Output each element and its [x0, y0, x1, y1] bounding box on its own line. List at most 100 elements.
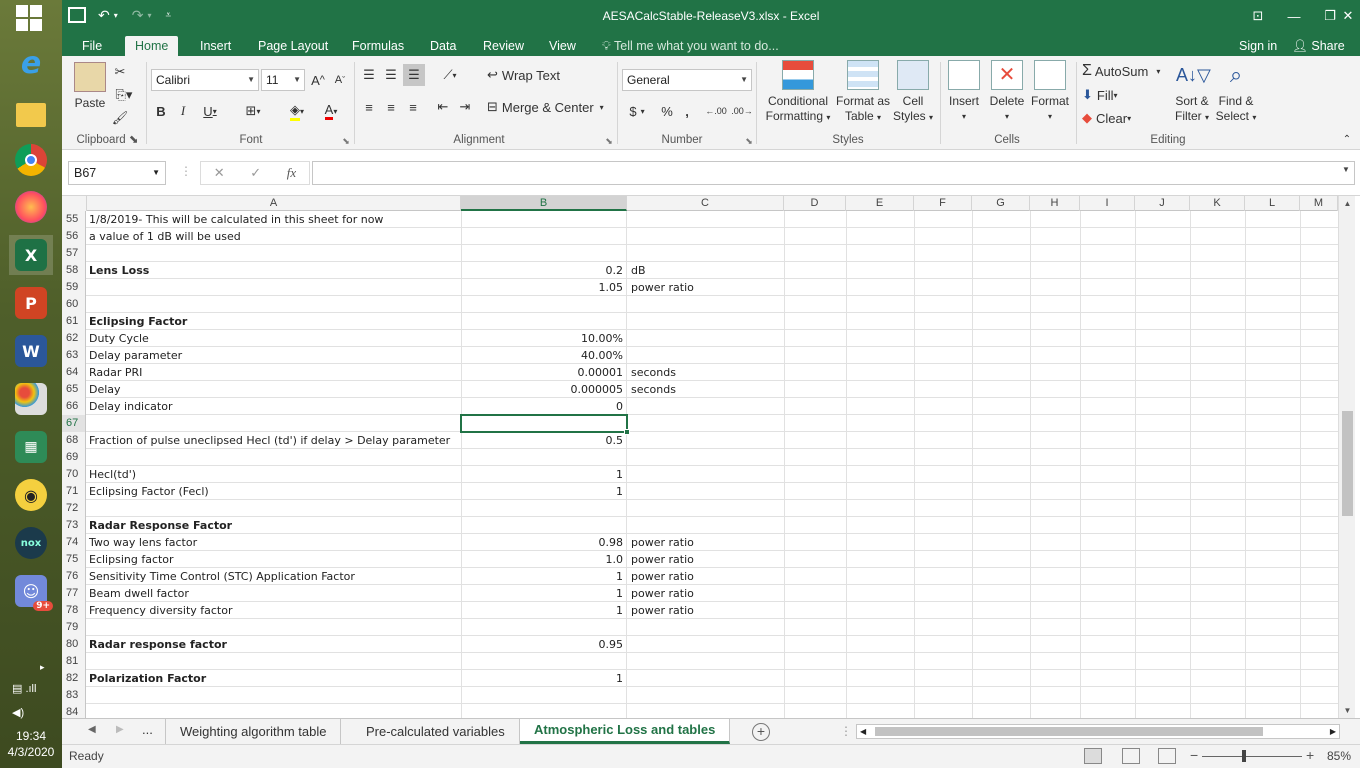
- row-header[interactable]: 61: [62, 313, 86, 330]
- cell-a[interactable]: Delay indicator: [87, 398, 461, 415]
- column-header-c[interactable]: C: [627, 196, 784, 211]
- orientation-icon[interactable]: ⟋ ▾: [435, 64, 465, 86]
- cell-c[interactable]: [629, 330, 784, 347]
- row-header[interactable]: 59: [62, 279, 86, 296]
- tab-formulas[interactable]: Formulas: [342, 36, 414, 56]
- prev-sheet-icon[interactable]: ◀: [88, 724, 96, 735]
- row-header[interactable]: 56: [62, 228, 86, 245]
- vertical-scroll-thumb[interactable]: [1342, 411, 1353, 516]
- row-header[interactable]: 68: [62, 432, 86, 449]
- cell-b[interactable]: [461, 653, 627, 670]
- share-button[interactable]: 👤︎ Share: [1292, 36, 1345, 56]
- accounting-format-button[interactable]: $ ▾: [622, 100, 652, 122]
- formula-input[interactable]: [312, 161, 1355, 185]
- cell-styles-button[interactable]: Cell Styles ▾: [892, 60, 934, 125]
- column-header-j[interactable]: J: [1135, 196, 1190, 211]
- cell-b[interactable]: 0.98: [461, 534, 627, 551]
- cell-c[interactable]: seconds: [629, 364, 784, 381]
- align-left-icon[interactable]: ≡: [359, 96, 379, 118]
- cell-c[interactable]: [629, 398, 784, 415]
- fill-color-button[interactable]: ◈ ▾: [282, 100, 312, 122]
- conditional-formatting-button[interactable]: Conditional Formatting ▾: [762, 60, 834, 125]
- cell-c[interactable]: power ratio: [629, 551, 784, 568]
- select-all-button[interactable]: [62, 196, 87, 211]
- eye-app-icon[interactable]: ◉: [9, 475, 53, 515]
- align-center-icon[interactable]: ≡: [381, 96, 401, 118]
- row-header[interactable]: 74: [62, 534, 86, 551]
- cell-b[interactable]: 40.00%: [461, 347, 627, 364]
- ribbon-display-options-icon[interactable]: ⊡: [1240, 0, 1276, 32]
- sheet-tab-weighting[interactable]: Weighting algorithm table: [165, 719, 342, 744]
- column-header-d[interactable]: D: [784, 196, 846, 211]
- cell-c[interactable]: [629, 466, 784, 483]
- zoom-level[interactable]: 85%: [1327, 749, 1351, 763]
- column-header-m[interactable]: M: [1300, 196, 1338, 211]
- cell-a[interactable]: [87, 619, 461, 636]
- find-select-button[interactable]: ⌕ Find & Select ▾: [1214, 60, 1258, 125]
- cell-b[interactable]: 1: [461, 466, 627, 483]
- cell-c[interactable]: [629, 313, 784, 330]
- format-cells-button[interactable]: Format ▾: [1028, 60, 1072, 124]
- row-header[interactable]: 83: [62, 687, 86, 704]
- cell-a[interactable]: Hecl(td'): [87, 466, 461, 483]
- font-color-button[interactable]: A ▾: [316, 100, 346, 122]
- cell-b[interactable]: 0: [461, 398, 627, 415]
- cell-a[interactable]: a value of 1 dB will be used: [87, 228, 461, 245]
- scroll-right-icon[interactable]: ▶: [1330, 725, 1336, 738]
- normal-view-icon[interactable]: [1084, 748, 1102, 764]
- row-header[interactable]: 66: [62, 398, 86, 415]
- cell-b[interactable]: 1: [461, 585, 627, 602]
- borders-button[interactable]: ⊞ ▾: [238, 100, 268, 122]
- cell-c[interactable]: power ratio: [629, 279, 784, 296]
- row-header[interactable]: 71: [62, 483, 86, 500]
- cell-b[interactable]: 0.5: [461, 432, 627, 449]
- cell-a[interactable]: [87, 500, 461, 517]
- cell-c[interactable]: [629, 245, 784, 262]
- row-header[interactable]: 55: [62, 211, 86, 228]
- sheet-tab-atmospheric[interactable]: Atmospheric Loss and tables: [520, 719, 731, 744]
- tab-review[interactable]: Review: [473, 36, 534, 56]
- number-dialog-launcher-icon[interactable]: ⬊: [743, 130, 755, 152]
- cell-b[interactable]: 0.2: [461, 262, 627, 279]
- row-header[interactable]: 57: [62, 245, 86, 262]
- cell-c[interactable]: [629, 449, 784, 466]
- bottom-align-icon[interactable]: ☰: [403, 64, 425, 86]
- excel-icon[interactable]: X: [9, 235, 53, 275]
- cell-b[interactable]: [461, 228, 627, 245]
- underline-button[interactable]: U ▾: [195, 100, 225, 122]
- bold-button[interactable]: B: [151, 100, 171, 122]
- cell-a[interactable]: [87, 653, 461, 670]
- cell-b[interactable]: [461, 500, 627, 517]
- cell-a[interactable]: Two way lens factor: [87, 534, 461, 551]
- cell-b[interactable]: 1: [461, 483, 627, 500]
- cell-c[interactable]: [629, 228, 784, 245]
- cell-c[interactable]: [629, 483, 784, 500]
- tab-split-handle-icon[interactable]: ⋮: [840, 724, 852, 738]
- volume-icon[interactable]: ◀): [12, 706, 24, 719]
- insert-function-button[interactable]: fx: [287, 165, 296, 181]
- cell-a[interactable]: Radar PRI: [87, 364, 461, 381]
- show-hidden-icons-icon[interactable]: ▸: [40, 662, 45, 673]
- cell-b[interactable]: 0.000005: [461, 381, 627, 398]
- cell-a[interactable]: [87, 296, 461, 313]
- calculator-icon[interactable]: ▦: [9, 427, 53, 467]
- cell-c[interactable]: [629, 296, 784, 313]
- delete-cells-button[interactable]: ✕ Delete ▾: [986, 60, 1028, 124]
- zoom-slider[interactable]: [1202, 756, 1302, 757]
- row-header[interactable]: 77: [62, 585, 86, 602]
- cell-c[interactable]: [629, 415, 784, 432]
- zoom-in-icon[interactable]: +: [1306, 747, 1314, 763]
- row-header[interactable]: 65: [62, 381, 86, 398]
- cell-b[interactable]: 0.00001: [461, 364, 627, 381]
- cell-a[interactable]: [87, 449, 461, 466]
- cell-c[interactable]: [629, 432, 784, 449]
- alignment-dialog-launcher-icon[interactable]: ⬊: [603, 130, 615, 152]
- autosum-button[interactable]: Σ AutoSum ▾: [1082, 60, 1170, 82]
- sign-in-link[interactable]: Sign in: [1239, 36, 1277, 56]
- cell-b[interactable]: 1.0: [461, 551, 627, 568]
- discord-icon[interactable]: ☺ 9+: [9, 571, 53, 611]
- paste-button[interactable]: Paste: [70, 62, 110, 111]
- cell-b[interactable]: [461, 619, 627, 636]
- align-right-icon[interactable]: ≡: [403, 96, 423, 118]
- nox-icon[interactable]: nox: [9, 523, 53, 563]
